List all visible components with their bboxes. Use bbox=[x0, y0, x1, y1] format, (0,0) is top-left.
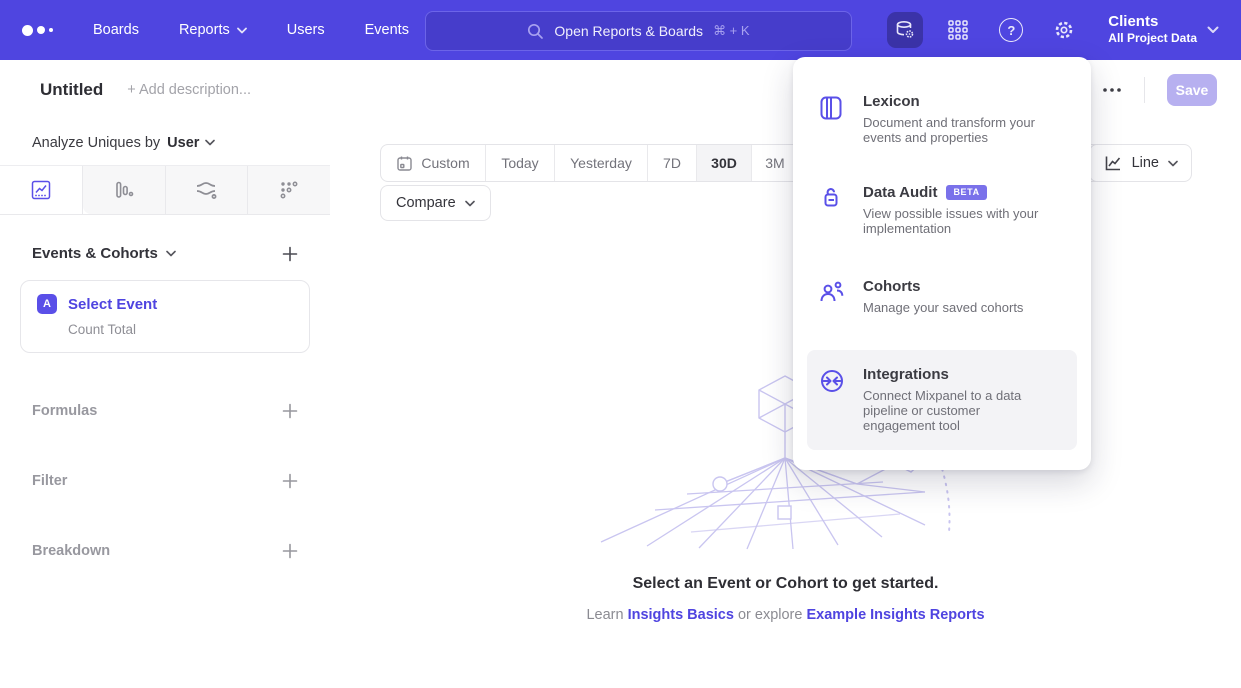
top-navbar: Boards Reports Users Events Open Reports… bbox=[0, 0, 1241, 60]
help-button[interactable]: ? bbox=[993, 12, 1029, 48]
events-cohorts-header[interactable]: Events & Cohorts bbox=[32, 245, 176, 262]
more-options-button[interactable] bbox=[1102, 87, 1122, 93]
analyze-label: Analyze Uniques by bbox=[32, 135, 160, 151]
analyze-by-selector[interactable]: User bbox=[167, 135, 215, 151]
tab-grid-metrics[interactable] bbox=[247, 166, 330, 214]
report-canvas: Custom Today Yesterday 7D 30D 3M 6M Comp… bbox=[330, 120, 1241, 688]
example-insights-reports-link[interactable]: Example Insights Reports bbox=[806, 607, 984, 623]
plus-icon bbox=[282, 473, 298, 489]
nav-item-events[interactable]: Events bbox=[365, 22, 409, 38]
help-icon: ? bbox=[999, 18, 1023, 42]
menu-item-data-audit[interactable]: Data Audit BETA View possible issues wit… bbox=[807, 184, 1077, 237]
empty-state-subtext: Learn Insights Basics or explore Example… bbox=[330, 607, 1241, 623]
global-search-input[interactable]: Open Reports & Boards ⌘ + K bbox=[425, 11, 852, 51]
data-management-dropdown: Lexicon Document and transform your even… bbox=[793, 57, 1091, 470]
calendar-icon bbox=[396, 155, 413, 172]
date-range-yesterday[interactable]: Yesterday bbox=[555, 145, 648, 181]
integrations-icon bbox=[819, 368, 845, 394]
add-formula-button[interactable] bbox=[282, 403, 298, 419]
chart-type-selector[interactable]: Line bbox=[1089, 144, 1192, 182]
project-name: Clients bbox=[1108, 13, 1197, 31]
beta-badge: BETA bbox=[946, 185, 986, 200]
menu-item-cohorts[interactable]: Cohorts Manage your saved cohorts bbox=[807, 278, 1077, 315]
add-breakdown-button[interactable] bbox=[282, 543, 298, 559]
tab-insights-line[interactable] bbox=[0, 166, 83, 214]
add-filter-button[interactable] bbox=[282, 473, 298, 489]
select-event-label[interactable]: Select Event bbox=[68, 296, 157, 313]
empty-state-heading: Select an Event or Cohort to get started… bbox=[330, 575, 1241, 593]
add-event-button[interactable] bbox=[282, 246, 298, 262]
nav-item-reports[interactable]: Reports bbox=[179, 22, 247, 38]
event-card[interactable]: A Select Event Count Total bbox=[20, 280, 310, 353]
compare-button[interactable]: Compare bbox=[380, 185, 491, 221]
event-letter-badge: A bbox=[37, 294, 57, 314]
apps-grid-button[interactable] bbox=[940, 12, 976, 48]
chevron-down-icon bbox=[1168, 160, 1178, 167]
project-selector[interactable]: Clients All Project Data bbox=[1108, 13, 1197, 47]
nav-item-users[interactable]: Users bbox=[287, 22, 325, 38]
date-range-30d[interactable]: 30D bbox=[697, 145, 752, 181]
header-divider bbox=[1144, 77, 1145, 103]
nav-item-boards[interactable]: Boards bbox=[93, 22, 139, 38]
cohorts-icon bbox=[819, 280, 845, 304]
line-chart-icon bbox=[1103, 153, 1123, 173]
count-total-selector[interactable]: Count Total bbox=[68, 322, 293, 337]
plus-icon bbox=[282, 543, 298, 559]
tab-bar-chart[interactable] bbox=[83, 166, 165, 214]
search-shortcut: ⌘ + K bbox=[713, 23, 750, 39]
date-range-3m[interactable]: 3M bbox=[752, 145, 799, 181]
plus-icon bbox=[282, 246, 298, 262]
database-gear-icon bbox=[894, 19, 916, 41]
data-management-button[interactable] bbox=[887, 12, 923, 48]
chart-type-tabs bbox=[0, 166, 330, 215]
data-audit-icon bbox=[819, 186, 843, 212]
mixpanel-logo-icon[interactable] bbox=[22, 25, 53, 36]
page-title: Untitled bbox=[40, 80, 103, 100]
breakdown-section: Breakdown bbox=[0, 539, 330, 563]
add-description-field[interactable]: + Add description... bbox=[127, 82, 251, 98]
formulas-section: Formulas bbox=[0, 399, 330, 423]
bar-chart-tab-icon bbox=[113, 179, 135, 201]
date-range-custom[interactable]: Custom bbox=[381, 145, 486, 181]
project-chevron-icon[interactable] bbox=[1207, 26, 1219, 34]
line-chart-tab-icon bbox=[30, 179, 52, 201]
tab-flows[interactable] bbox=[165, 166, 248, 214]
menu-item-integrations[interactable]: Integrations Connect Mixpanel to a data … bbox=[807, 350, 1077, 450]
search-icon bbox=[527, 23, 544, 40]
gear-icon bbox=[1053, 19, 1075, 41]
chevron-down-icon bbox=[205, 139, 215, 146]
analyze-uniques-row: Analyze Uniques by User bbox=[0, 120, 330, 166]
grid-dots-tab-icon bbox=[278, 179, 300, 201]
search-placeholder: Open Reports & Boards bbox=[554, 23, 703, 39]
flows-tab-icon bbox=[194, 179, 218, 201]
plus-icon bbox=[282, 403, 298, 419]
chevron-down-icon bbox=[465, 200, 475, 207]
date-range-7d[interactable]: 7D bbox=[648, 145, 697, 181]
project-scope: All Project Data bbox=[1108, 31, 1197, 47]
filter-section: Filter bbox=[0, 469, 330, 493]
date-range-today[interactable]: Today bbox=[486, 145, 555, 181]
menu-item-lexicon[interactable]: Lexicon Document and transform your even… bbox=[807, 93, 1077, 146]
save-button[interactable]: Save bbox=[1167, 74, 1217, 106]
insights-basics-link[interactable]: Insights Basics bbox=[628, 607, 734, 623]
query-builder-sidebar: Analyze Uniques by User bbox=[0, 120, 331, 688]
chevron-down-icon bbox=[166, 250, 176, 257]
settings-button[interactable] bbox=[1046, 12, 1082, 48]
lexicon-icon bbox=[819, 95, 843, 121]
ellipsis-icon bbox=[1102, 87, 1122, 93]
apps-grid-icon bbox=[948, 20, 968, 40]
chevron-down-icon bbox=[237, 27, 247, 34]
